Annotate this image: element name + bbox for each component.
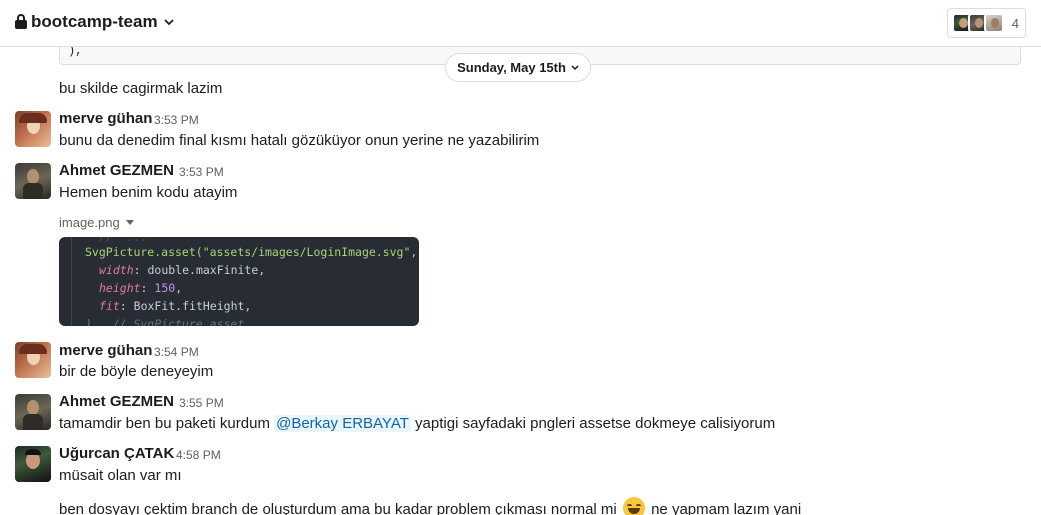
- chevron-down-icon: [163, 19, 174, 26]
- lock-icon: [15, 14, 27, 30]
- message-text: bir de böyle deneyeyim: [59, 363, 214, 380]
- avatar[interactable]: [15, 342, 51, 378]
- file-name-button[interactable]: image.png: [59, 215, 134, 230]
- code-line: width: double.maxFinite,: [99, 263, 266, 277]
- message-timestamp[interactable]: 3:53 PM: [154, 113, 199, 127]
- channel-name: bootcamp-team: [31, 12, 158, 31]
- message-text: tamamdir ben bu paketi kurdum @Berkay ER…: [59, 415, 775, 432]
- code-line: height: 150,: [99, 281, 183, 295]
- message-sender[interactable]: Ahmet GEZMEN: [59, 393, 174, 410]
- avatar[interactable]: [15, 163, 51, 199]
- message-text: bunu da denedim final kısmı hatalı gözük…: [59, 132, 540, 149]
- member-count: 4: [1011, 15, 1019, 31]
- message-text-part: yaptigi sayfadaki pngleri assetse dokmey…: [415, 415, 776, 432]
- channel-header: bootcamp-team 4: [0, 0, 1041, 47]
- avatar[interactable]: [15, 446, 51, 482]
- code-line: ), // SvgPicture.asset: [85, 317, 245, 326]
- chevron-down-icon: [571, 64, 579, 70]
- message-timestamp[interactable]: 4:58 PM: [176, 448, 221, 462]
- message-text: Hemen benim kodu atayim: [59, 184, 238, 201]
- members-button[interactable]: 4: [946, 8, 1026, 38]
- message-timestamp[interactable]: 3:55 PM: [179, 396, 224, 410]
- message-text-part: ne yapmam lazım yani: [651, 501, 802, 515]
- file-name: image.png: [59, 215, 120, 230]
- code-line: fit: BoxFit.fitHeight,: [99, 299, 252, 313]
- message-text: müsait olan var mı: [59, 467, 182, 484]
- message-sender[interactable]: merve gühan: [59, 110, 152, 127]
- image-attachment[interactable]: // ... SvgPicture.asset("assets/images/L…: [59, 237, 419, 326]
- grinning-smile-emoji[interactable]: [622, 497, 645, 515]
- date-divider-button[interactable]: Sunday, May 15th: [445, 53, 591, 82]
- message-sender[interactable]: Ahmet GEZMEN: [59, 162, 174, 179]
- user-mention[interactable]: @Berkay ERBAYAT: [274, 415, 411, 432]
- caret-down-icon: [125, 220, 134, 225]
- message-text: ben dosyayı çektim branch de oluşturdum …: [59, 497, 801, 515]
- indent-guide: [71, 237, 72, 326]
- code-line: SvgPicture.asset("assets/images/LoginIma…: [85, 245, 418, 259]
- message-text-part: tamamdir ben bu paketi kurdum: [59, 415, 270, 432]
- message-timestamp[interactable]: 3:53 PM: [179, 165, 224, 179]
- message-sender[interactable]: merve gühan: [59, 342, 152, 359]
- member-avatar: [983, 13, 1004, 33]
- avatar[interactable]: [15, 111, 51, 147]
- message-timestamp[interactable]: 3:54 PM: [154, 345, 199, 359]
- message-text: bu skilde cagirmak lazim: [59, 80, 223, 97]
- message-sender[interactable]: Uğurcan ÇATAK: [59, 445, 174, 462]
- channel-name-button[interactable]: bootcamp-team: [15, 12, 174, 32]
- avatar[interactable]: [15, 394, 51, 430]
- date-divider-label: Sunday, May 15th: [457, 60, 566, 75]
- message-text-part: ben dosyayı çektim branch de oluşturdum …: [59, 501, 617, 515]
